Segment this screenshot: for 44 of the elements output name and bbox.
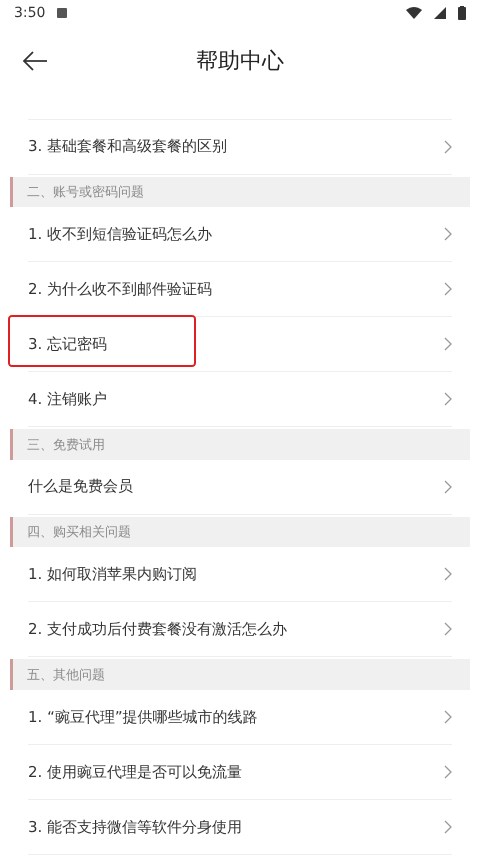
chevron-right-icon: [444, 480, 452, 494]
back-arrow-icon: [22, 51, 48, 72]
help-item[interactable]: 2. 使用豌豆代理是否可以免流量: [28, 745, 452, 800]
item-label: 3. 基础套餐和高级套餐的区别: [28, 137, 228, 156]
notification-icon: [57, 8, 68, 18]
section-header: 四、购买相关问题: [10, 516, 470, 548]
item-label: 1. 如何取消苹果内购订阅: [28, 564, 198, 584]
item-label: 1. “豌豆代理”提供哪些城市的线路: [28, 708, 258, 727]
chevron-right-icon: [444, 337, 452, 352]
chevron-right-icon: [444, 820, 452, 834]
item-label: 1. 收不到短信验证码怎么办: [28, 224, 212, 244]
chevron-right-icon: [444, 392, 452, 406]
chevron-right-icon: [444, 567, 452, 582]
item-label: 2. 支付成功后付费套餐没有激活怎么办: [28, 620, 288, 639]
item-label: 2. 使用豌豆代理是否可以免流量: [28, 762, 242, 782]
help-item[interactable]: 2. 支付成功后付费套餐没有激活怎么办: [28, 602, 452, 658]
help-item[interactable]: 3. 能否支持微信等软件分身使用: [28, 800, 452, 855]
item-label: 3. 忘记密码: [28, 334, 108, 354]
help-item[interactable]: 1. 收不到短信验证码怎么办: [28, 207, 452, 262]
help-item[interactable]: 2. 为什么收不到邮件验证码: [28, 262, 452, 318]
chevron-right-icon: [444, 765, 452, 780]
chevron-right-icon: [444, 622, 452, 636]
battery-icon: [458, 6, 466, 20]
help-item[interactable]: 什么是免费会员: [28, 460, 452, 515]
item-label: 3. 能否支持微信等软件分身使用: [28, 818, 242, 837]
signal-icon: [434, 7, 446, 20]
help-item[interactable]: 1. 如何取消苹果内购订阅: [28, 547, 452, 602]
chevron-right-icon: [444, 282, 452, 296]
item-label: 什么是免费会员: [28, 477, 133, 496]
page-title: 帮助中心: [196, 48, 284, 76]
section-header: 三、免费试用: [10, 429, 470, 460]
chevron-right-icon: [444, 140, 452, 154]
section-header: 五、其他问题: [10, 659, 470, 690]
chevron-right-icon: [444, 227, 452, 242]
item-label: 2. 为什么收不到邮件验证码: [28, 280, 212, 299]
item-label: 4. 注销账户: [28, 390, 108, 409]
help-item[interactable]: 3. 忘记密码: [28, 317, 452, 372]
wifi-icon: [406, 7, 422, 20]
help-item[interactable]: 3. 基础套餐和高级套餐的区别: [28, 120, 452, 175]
help-item[interactable]: 1. “豌豆代理”提供哪些城市的线路: [28, 690, 452, 746]
section-header: 二、账号或密码问题: [10, 176, 470, 208]
help-item[interactable]: 4. 注销账户: [28, 372, 452, 428]
status-time: 3:50: [14, 5, 46, 22]
chevron-right-icon: [444, 710, 452, 724]
